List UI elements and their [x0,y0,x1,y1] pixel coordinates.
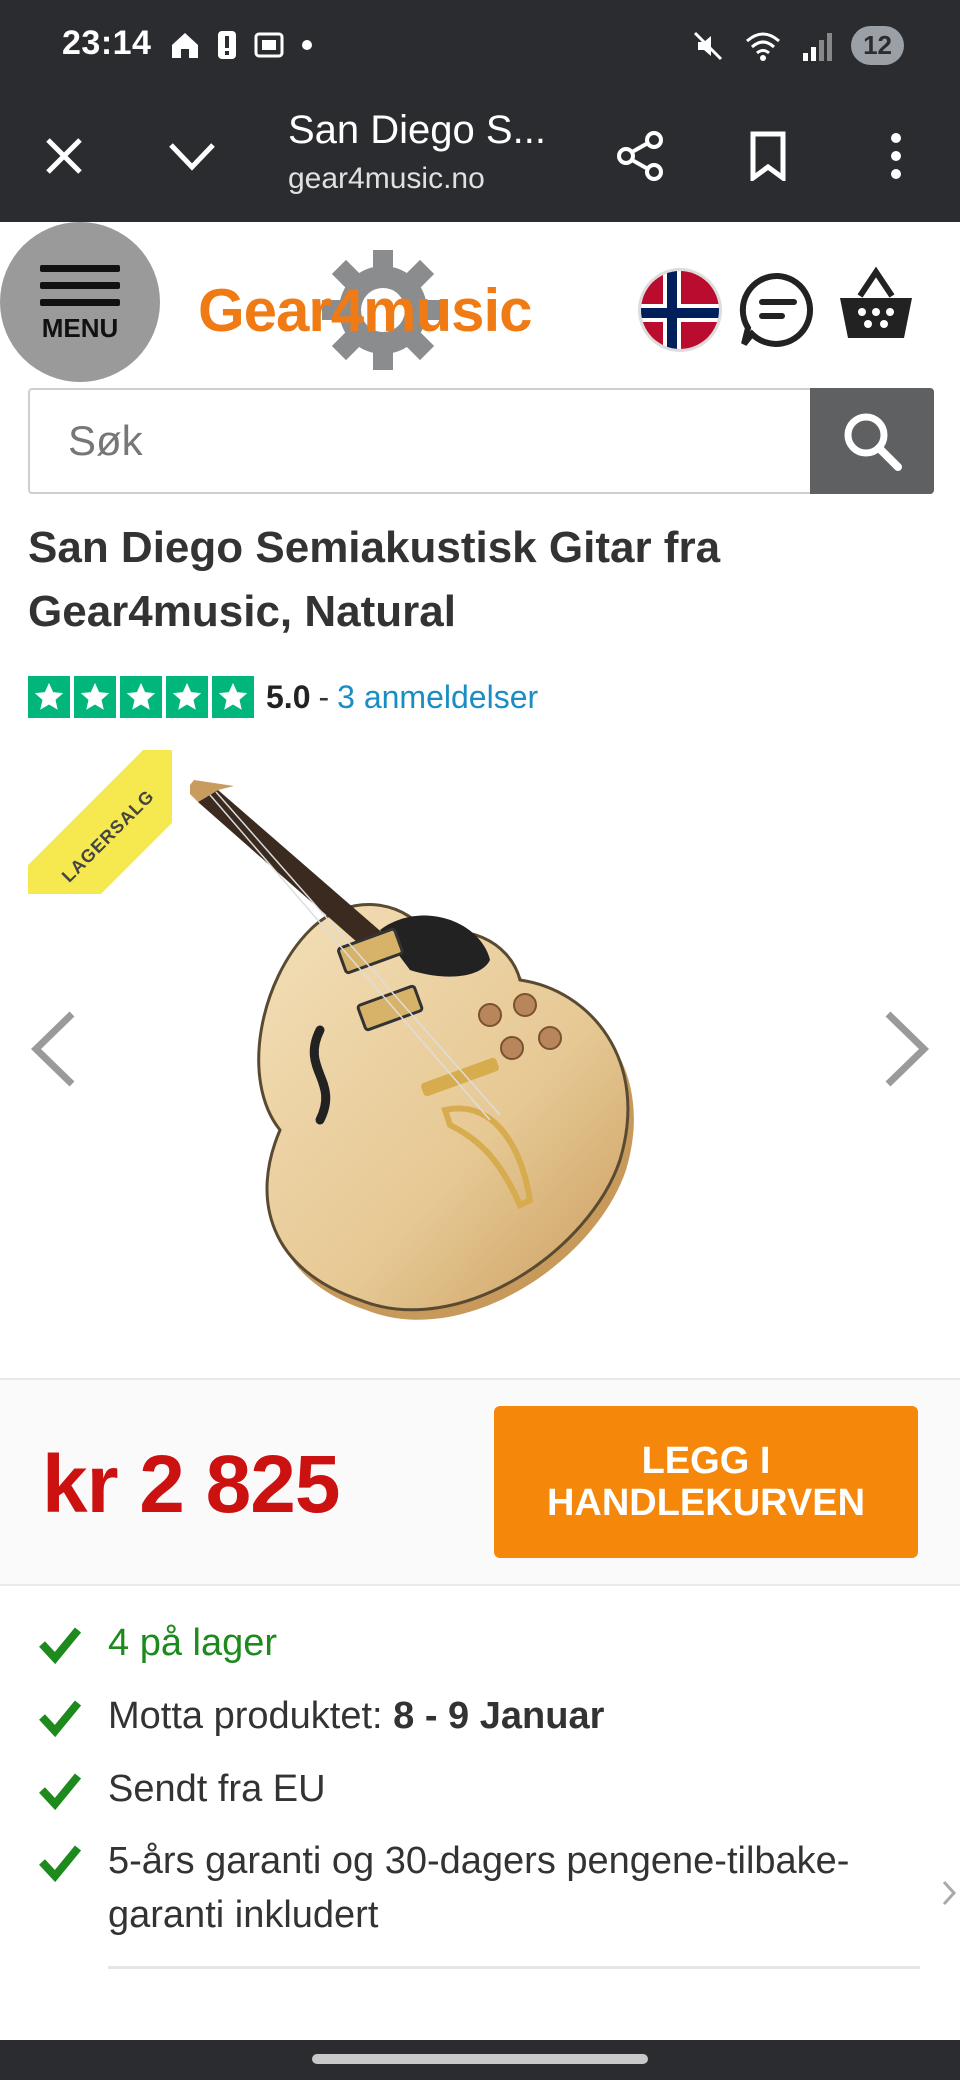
battery-badge: 12 [845,26,904,65]
product-price: kr 2 825 [42,1439,340,1530]
basket-button[interactable] [834,264,918,348]
guitar-product-image[interactable] [190,780,780,1360]
search-input[interactable] [30,390,810,492]
dot-icon [302,40,312,50]
chevron-right-icon [942,1880,957,1906]
sale-badge-label: LAGERSALG [57,785,158,886]
star-rating [28,676,254,718]
status-right-icons: 12 [691,26,904,65]
search-icon [844,413,902,471]
basket-icon [840,266,912,338]
mute-icon [694,31,723,60]
logo-text: Gear4music [198,277,533,344]
check-icon [39,1627,82,1665]
page-url[interactable]: gear4music.no [288,162,485,196]
close-icon [46,138,82,174]
screenshot-icon [254,32,284,58]
norway-flag-icon[interactable] [638,268,722,352]
star-icon [166,676,208,718]
signal-icon [803,32,833,61]
close-tab-button[interactable] [24,116,104,196]
system-nav-bar [0,2040,960,2080]
delivery-prefix: Motta produktet: [108,1695,394,1737]
delivery-text: Motta produktet: 8 - 9 Januar [108,1689,908,1743]
page-title[interactable]: San Diego S... [288,108,546,153]
home-gesture-handle[interactable] [312,2054,648,2064]
shipping-text: Sendt fra EU [108,1768,326,1810]
chevron-down-icon [169,143,215,171]
site-header: MENU Gear4music [0,222,960,382]
status-bar: 23:14 12 [0,0,960,92]
wifi-icon [746,32,781,61]
rating-score: 5.0 [266,678,311,715]
carousel-next-button[interactable] [876,1006,936,1092]
menu-icon-bar [40,282,120,289]
menu-label: MENU [41,313,119,343]
share-button[interactable] [600,116,680,196]
reviews-link[interactable]: 3 anmeldelser [337,679,538,716]
search-button[interactable] [810,388,934,494]
more-vert-icon [891,133,901,179]
status-time: 23:14 [62,24,152,62]
buy-box: kr 2 825 LEGG I HANDLEKURVEN [0,1378,960,1586]
search-bar [28,388,934,494]
bookmark-icon [750,131,786,181]
check-icon [39,1845,82,1883]
add-to-cart-button[interactable]: LEGG I HANDLEKURVEN [494,1406,918,1558]
chevron-right-icon [885,1011,930,1087]
check-icon [39,1700,82,1738]
bookmark-button[interactable] [728,116,808,196]
star-icon [74,676,116,718]
carousel-prev-button[interactable] [24,1006,84,1092]
alert-icon [218,31,236,59]
browser-chrome: 23:14 12 San Diego S... gear4music.no [0,0,960,222]
rating-separator: - [318,678,330,715]
site-logo[interactable]: Gear4music [198,248,578,370]
menu-button[interactable]: MENU [0,222,160,382]
star-icon [28,676,70,718]
divider [108,1966,920,1969]
chat-button[interactable] [738,270,818,350]
sale-badge: LAGERSALG [28,750,172,894]
home-icon [172,33,198,58]
menu-icon-bar [40,265,120,272]
delivery-dates: 8 - 9 Januar [393,1695,605,1737]
stock-text: 4 på lager [108,1622,278,1664]
chevron-left-icon [30,1011,75,1087]
product-title: San Diego Semiakustisk Gitar fra Gear4mu… [28,523,721,636]
more-options-button[interactable] [856,116,936,196]
product-image-carousel: LAGERSALG [0,740,960,1380]
menu-icon-bar [40,299,120,306]
check-icon [39,1773,82,1811]
status-left-icons [168,28,314,62]
star-icon [120,676,162,718]
browser-toolbar: San Diego S... gear4music.no [0,92,960,222]
product-rating: 5.0 - 3 anmeldelser [28,676,538,718]
warranty-text: 5-års garanti og 30-dagers pengene-tilba… [108,1840,850,1936]
share-icon [617,131,663,181]
expand-button[interactable] [152,116,232,196]
chat-icon [739,272,814,347]
star-icon [212,676,254,718]
sale-badge-band: LAGERSALG [28,750,172,894]
